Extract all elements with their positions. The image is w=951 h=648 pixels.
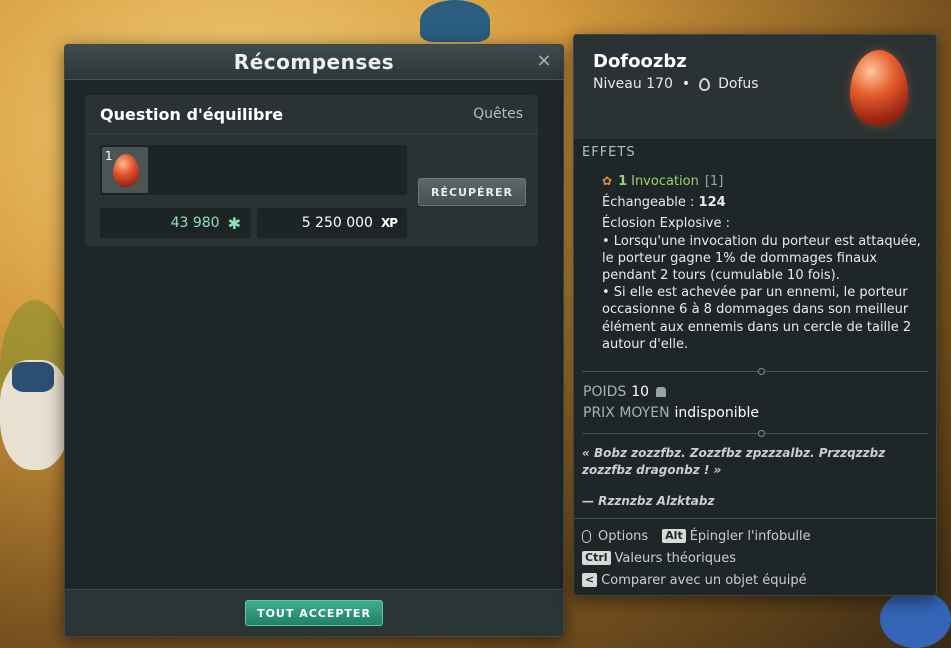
rewards-header: Récompenses × xyxy=(65,45,563,80)
weight-label: POIDS xyxy=(583,384,627,400)
dofus-egg-image xyxy=(850,50,908,126)
rewards-footer: TOUT ACCEPTER xyxy=(65,589,563,636)
invocation-bracket: [1] xyxy=(704,174,724,189)
mouse-icon xyxy=(582,529,591,543)
options-label[interactable]: Options xyxy=(598,529,648,544)
invocation-icon: ✿ xyxy=(602,174,613,188)
xp-reward: 5 250 000 XP xyxy=(257,208,407,238)
kamas-reward: 43 980 ✱ xyxy=(100,208,251,238)
invocation-count: 1 xyxy=(618,174,628,189)
background-creature-head xyxy=(12,362,54,392)
rewards-window: Récompenses × Question d'équilibre Quête… xyxy=(64,44,564,637)
compare-label[interactable]: Comparer avec un objet équipé xyxy=(601,573,806,588)
divider-dot xyxy=(758,368,765,375)
quest-header: Question d'équilibre Quêtes xyxy=(85,95,538,134)
divider xyxy=(582,430,928,437)
rewards-title: Récompenses xyxy=(233,50,395,74)
weight-value: 10 xyxy=(631,384,650,400)
collect-button[interactable]: RÉCUPÉRER xyxy=(418,178,526,206)
alt-key: Alt xyxy=(662,529,686,543)
effect-line-1: • Lorsqu'une invocation du porteur est a… xyxy=(602,233,921,284)
divider-dot xyxy=(758,430,765,437)
item-tooltip: Dofoozbz Niveau 170 • Dofus EFFETS ✿ 1 I… xyxy=(573,34,937,596)
footer-divider xyxy=(574,518,936,519)
quote-author: — Rzznzbz Alzktabz xyxy=(582,494,715,508)
reward-item-slot[interactable]: 1 xyxy=(102,147,148,193)
compare-key: < xyxy=(582,573,598,587)
effect-title: Éclosion Explosive : xyxy=(602,216,730,232)
footer-row-compare: < Comparer avec un objet équipé xyxy=(582,569,811,591)
xp-value: 5 250 000 xyxy=(301,215,373,231)
item-lore-quote: « Bobz zozzfbz. Zozzfbz zpzzzalbz. Przzq… xyxy=(582,446,886,477)
item-quantity: 1 xyxy=(105,149,113,163)
weight-row: POIDS 10 xyxy=(583,384,667,400)
ctrl-key: Ctrl xyxy=(582,551,611,565)
pin-tooltip-label[interactable]: Épingler l'infobulle xyxy=(690,529,811,544)
accept-all-button[interactable]: TOUT ACCEPTER xyxy=(245,600,383,626)
item-level: Niveau 170 xyxy=(593,76,673,92)
background-water xyxy=(880,590,951,648)
footer-row-options: Options Alt Épingler l'infobulle xyxy=(582,525,811,547)
effects-list: ✿ 1 Invocation [1] Échangeable : 124 Écl… xyxy=(602,173,927,353)
effect-line-2: • Si elle est achevée par un ennemi, le … xyxy=(602,285,912,352)
exchangeable-effect: Échangeable : 124 xyxy=(602,194,927,211)
close-icon[interactable]: × xyxy=(533,50,555,72)
invocation-label: Invocation xyxy=(631,174,699,189)
kamas-icon: ✱ xyxy=(227,213,241,233)
divider xyxy=(582,368,928,375)
weight-icon xyxy=(656,387,667,397)
quest-type: Quêtes xyxy=(473,106,523,122)
item-category: Dofus xyxy=(718,76,759,92)
xp-icon: XP xyxy=(380,216,398,230)
subtitle-separator: • xyxy=(681,76,691,92)
kamas-value: 43 980 xyxy=(170,215,220,231)
quest-title: Question d'équilibre xyxy=(100,104,284,124)
item-name: Dofoozbz xyxy=(593,51,687,72)
exchangeable-value: 124 xyxy=(698,195,726,211)
footer-row-theoretical: Ctrl Valeurs théoriques xyxy=(582,547,811,569)
price-value: indisponible xyxy=(674,405,759,421)
dofus-category-icon xyxy=(699,77,711,91)
price-label: PRIX MOYEN xyxy=(583,405,670,421)
effects-heading: EFFETS xyxy=(582,145,636,160)
background-character xyxy=(420,0,490,42)
quest-reward-card: Question d'équilibre Quêtes 1 RÉCUPÉRER … xyxy=(85,95,538,246)
theoretical-values-label[interactable]: Valeurs théoriques xyxy=(615,551,736,566)
tooltip-footer: Options Alt Épingler l'infobulle Ctrl Va… xyxy=(582,525,811,591)
price-row: PRIX MOYEN indisponible xyxy=(583,405,759,421)
item-subtitle: Niveau 170 • Dofus xyxy=(593,76,759,92)
invocation-effect: ✿ 1 Invocation [1] xyxy=(602,173,927,190)
exchangeable-label: Échangeable : xyxy=(602,195,695,211)
dofus-egg-icon xyxy=(113,154,139,187)
tooltip-header: Dofoozbz Niveau 170 • Dofus xyxy=(574,35,936,139)
reward-items-row: 1 xyxy=(100,145,407,195)
